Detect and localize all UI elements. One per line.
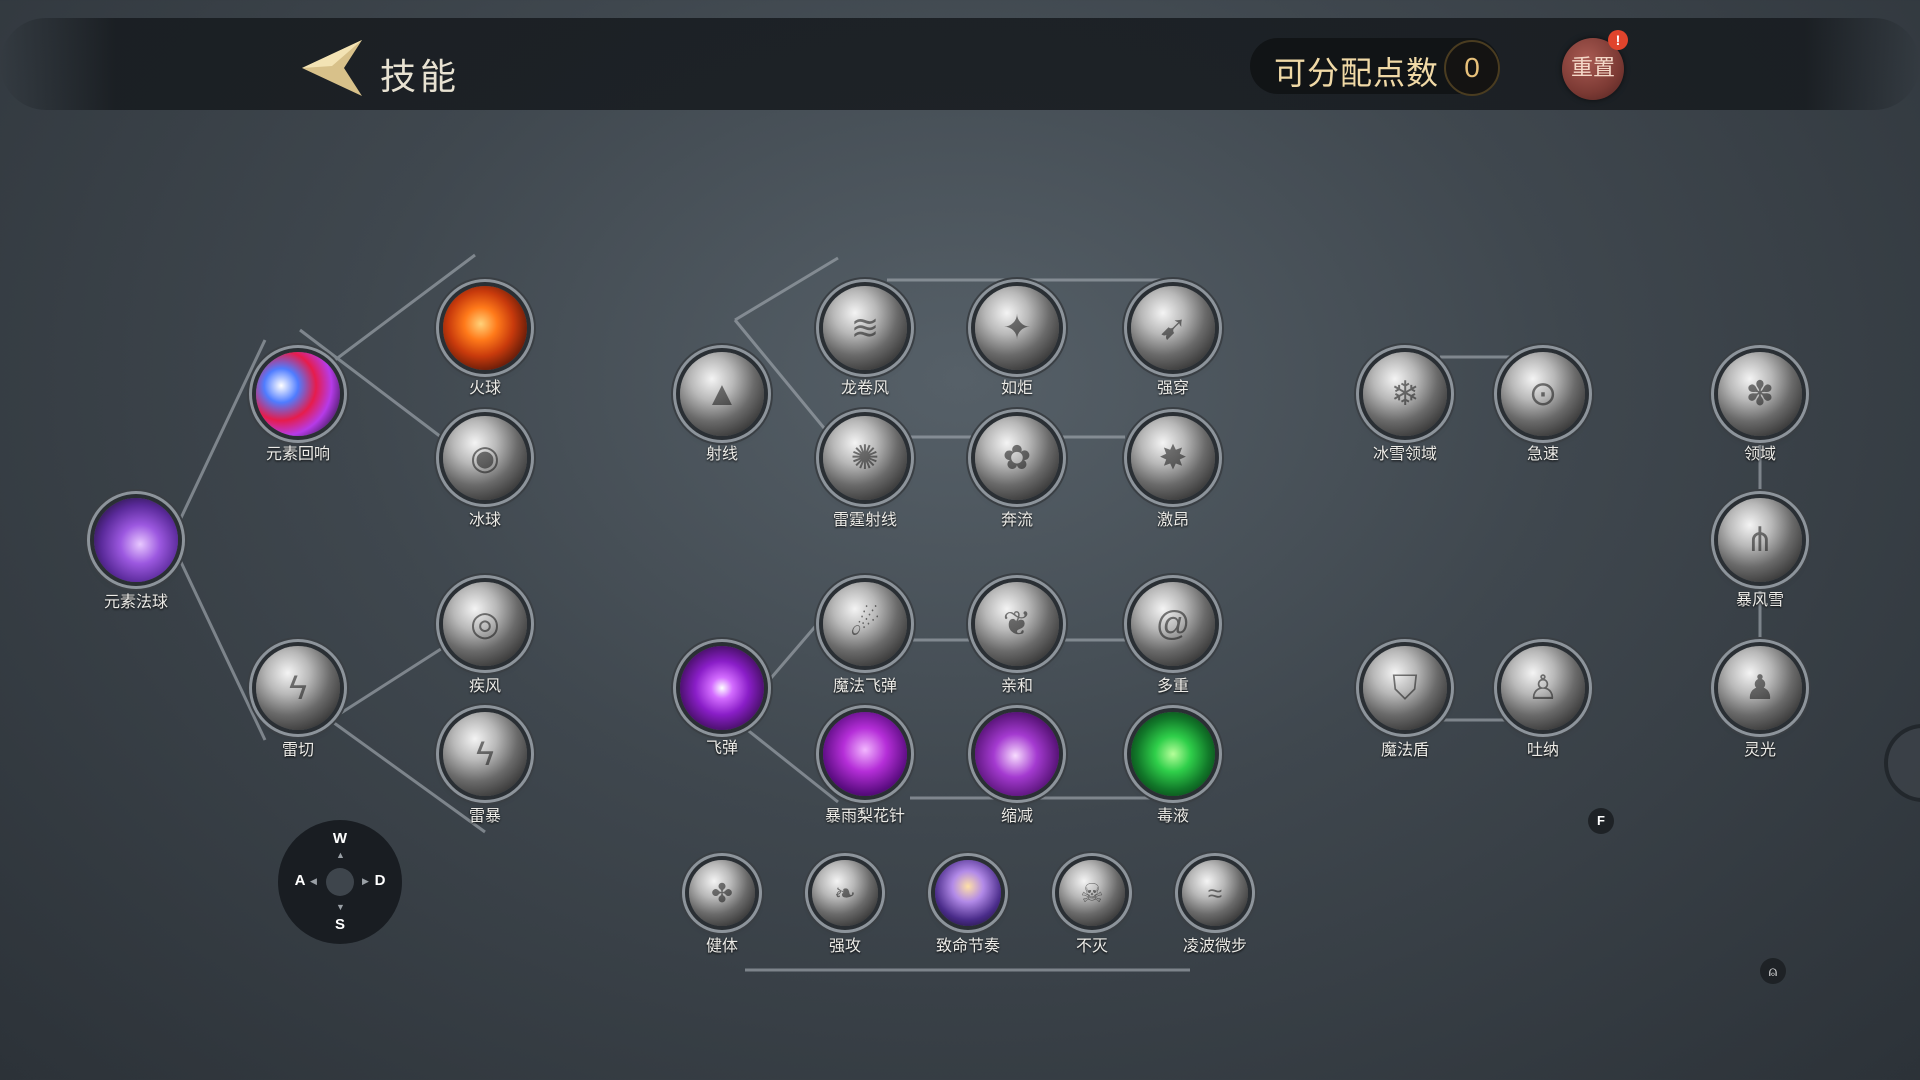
skill-node-strong-attack[interactable]: ❧ <box>812 860 878 926</box>
key-d[interactable]: D <box>370 872 390 889</box>
skill-label-elemental-echo: 元素回响 <box>265 444 330 463</box>
skill-node-magic-missile[interactable]: ☄ <box>823 582 907 666</box>
skill-node-domain[interactable]: ✽ <box>1718 352 1802 436</box>
skill-node-haste[interactable]: ⊙ <box>1501 352 1585 436</box>
explosion-icon: ✸ <box>1158 439 1188 477</box>
skill-label-rain-needles: 暴雨梨花针 <box>824 806 905 825</box>
skill-label-excite: 激昂 <box>1156 510 1189 529</box>
skill-node-rain-needles[interactable] <box>823 712 907 796</box>
dragon-icon: ❧ <box>834 878 856 908</box>
beam-icon: ▲ <box>705 375 739 413</box>
skill-node-strong-pierce[interactable]: ➹ <box>1131 286 1215 370</box>
skill-node-thunder-cut[interactable]: ϟ <box>256 646 340 730</box>
skill-label-ice-domain: 冰雪领域 <box>1372 444 1437 463</box>
skill-node-light-step[interactable]: ≈ <box>1182 860 1248 926</box>
skill-label-missile: 飞弹 <box>705 738 738 757</box>
skill-node-shrink[interactable] <box>975 712 1059 796</box>
skill-node-elemental-echo[interactable] <box>256 352 340 436</box>
skill-node-missile[interactable] <box>680 646 764 730</box>
skill-node-elemental-orb[interactable] <box>94 498 178 582</box>
spiral-icon: @ <box>1155 605 1191 643</box>
frost-icon: ✽ <box>1745 375 1775 413</box>
skill-node-breathe[interactable]: ♙ <box>1501 646 1585 730</box>
skill-node-gale[interactable]: ◎ <box>443 582 527 666</box>
skill-label-affinity: 亲和 <box>1000 676 1033 695</box>
leaf-icon: ❦ <box>1002 605 1032 643</box>
skill-label-thunder-cut: 雷切 <box>281 740 314 759</box>
target-icon: ⊙ <box>1528 375 1558 413</box>
skill-label-iceball: 冰球 <box>468 510 501 529</box>
skill-node-aura[interactable]: ♟ <box>1718 646 1802 730</box>
right-arrow-icon: ▶ <box>362 876 369 886</box>
skill-label-venom: 毒液 <box>1156 806 1189 825</box>
skill-node-immortal[interactable]: ☠ <box>1059 860 1125 926</box>
skill-label-magic-shield: 魔法盾 <box>1380 740 1429 759</box>
skill-label-strong-pierce: 强穿 <box>1156 378 1189 397</box>
key-s[interactable]: S <box>330 916 350 933</box>
meditation-icon: ♙ <box>1527 669 1559 707</box>
skill-label-blizzard: 暴风雪 <box>1735 590 1784 609</box>
skill-label-magic-missile: 魔法飞弹 <box>832 676 897 695</box>
hooded-figure-icon: ♟ <box>1744 669 1776 707</box>
skill-label-thunderstorm: 雷暴 <box>468 806 501 825</box>
wave-icon: ≈ <box>1207 878 1223 908</box>
skill-label-haste: 急速 <box>1526 444 1559 463</box>
swirl-icon: ◉ <box>470 439 500 477</box>
lightning-icon: ϟ <box>289 669 307 707</box>
skill-node-affinity[interactable]: ❦ <box>975 582 1059 666</box>
skill-node-like-torch[interactable]: ✦ <box>975 286 1059 370</box>
skill-label-aura: 灵光 <box>1743 740 1776 759</box>
up-arrow-icon: ▲ <box>336 850 345 860</box>
down-arrow-icon: ▼ <box>336 902 345 912</box>
skill-label-gale: 疾风 <box>468 676 501 695</box>
skill-node-torrent[interactable]: ✿ <box>975 416 1059 500</box>
skill-label-torrent: 奔流 <box>1000 510 1033 529</box>
icicle-icon: ⋔ <box>1745 521 1775 559</box>
pierce-icon: ➹ <box>1158 309 1188 347</box>
mouse-icon[interactable]: ⍝ <box>1760 958 1786 984</box>
burst-icon: ✺ <box>850 439 880 477</box>
skill-label-breathe: 吐纳 <box>1526 740 1559 759</box>
skill-node-blizzard[interactable]: ⋔ <box>1718 498 1802 582</box>
skill-node-fireball[interactable] <box>443 286 527 370</box>
skill-node-ice-domain[interactable]: ❄ <box>1363 352 1447 436</box>
key-w[interactable]: W <box>330 830 350 847</box>
torch-icon: ✦ <box>1002 309 1032 347</box>
skill-node-thunder-ray[interactable]: ✺ <box>823 416 907 500</box>
wind-ring-icon: ◎ <box>470 605 500 643</box>
skill-node-multiple[interactable]: @ <box>1131 582 1215 666</box>
skill-label-elemental-orb: 元素法球 <box>103 592 168 611</box>
skull-icon: ☠ <box>1080 878 1104 908</box>
storm-icon: ϟ <box>476 735 494 773</box>
key-a[interactable]: A <box>290 872 310 889</box>
wasd-dpad[interactable]: W ▲ A ◀ ▶ D ▼ S <box>278 820 402 944</box>
skill-label-like-torch: 如炬 <box>1000 378 1033 397</box>
shield-icon: ⛉ <box>1392 669 1418 707</box>
skill-node-excite[interactable]: ✸ <box>1131 416 1215 500</box>
skill-node-magic-shield[interactable]: ⛉ <box>1363 646 1447 730</box>
skill-node-ray[interactable]: ▲ <box>680 352 764 436</box>
skill-node-healthy-body[interactable]: ✤ <box>689 860 755 926</box>
left-arrow-icon: ◀ <box>310 876 317 886</box>
key-f-prompt[interactable]: F <box>1588 808 1614 834</box>
skill-label-multiple: 多重 <box>1156 676 1189 695</box>
torrent-icon: ✿ <box>1002 439 1032 477</box>
skill-node-tornado[interactable]: ≋ <box>823 286 907 370</box>
skill-label-shrink: 缩减 <box>1000 806 1033 825</box>
skill-label-fireball: 火球 <box>468 378 501 397</box>
comet-icon: ☄ <box>849 605 881 643</box>
skill-node-deadly-rhythm[interactable] <box>935 860 1001 926</box>
skill-node-iceball[interactable]: ◉ <box>443 416 527 500</box>
tornado-icon: ≋ <box>850 309 880 347</box>
skill-node-thunderstorm[interactable]: ϟ <box>443 712 527 796</box>
skill-label-tornado: 龙卷风 <box>840 378 889 397</box>
dpad-center <box>326 868 354 896</box>
snowflake-icon: ❄ <box>1390 375 1420 413</box>
skill-label-ray: 射线 <box>705 444 738 463</box>
skill-label-domain: 领域 <box>1743 444 1776 463</box>
skill-node-venom[interactable] <box>1131 712 1215 796</box>
skill-label-thunder-ray: 雷霆射线 <box>832 510 897 529</box>
skill-label-light-step: 凌波微步 <box>1182 936 1247 955</box>
armor-icon: ✤ <box>711 878 733 908</box>
